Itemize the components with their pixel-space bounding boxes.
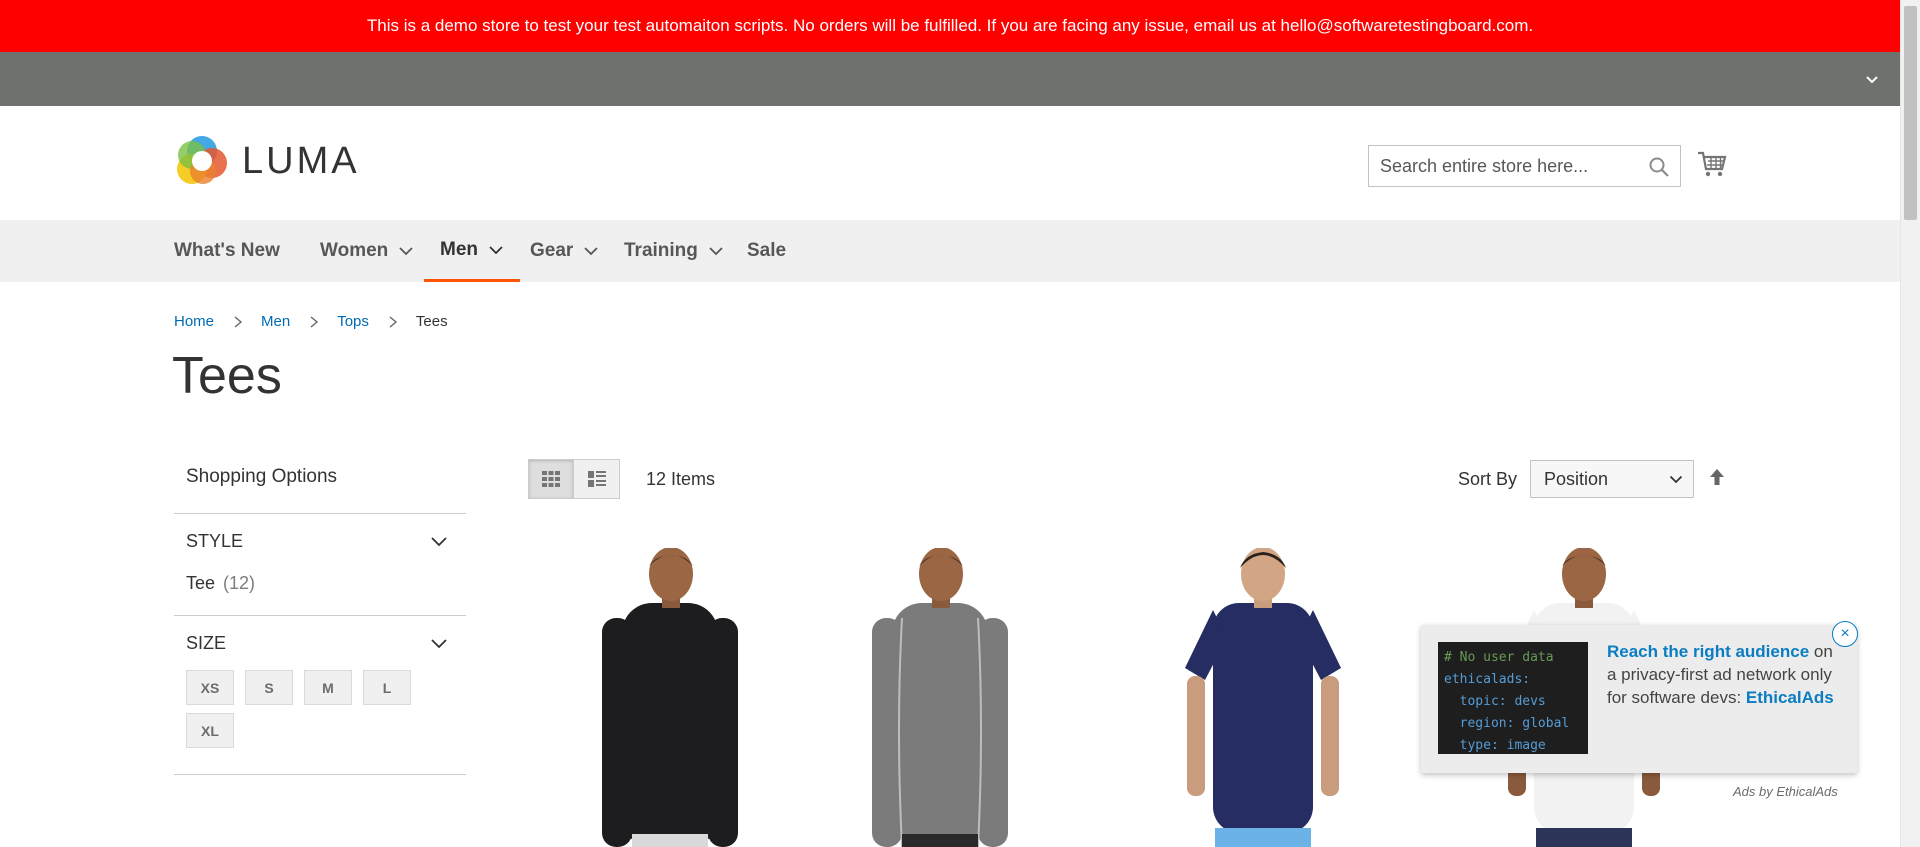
page-scrollbar[interactable] <box>1900 0 1920 847</box>
chevron-down-icon <box>431 537 447 547</box>
nav-item-whats-new[interactable]: What's New <box>174 220 280 282</box>
items-count: 12 Items <box>646 469 716 489</box>
sort-by-label: Sort By <box>1458 469 1518 489</box>
ad-code-line: region: global <box>1444 716 1570 731</box>
list-icon <box>587 471 606 487</box>
ad-text[interactable]: Reach the right audience on a privacy-fi… <box>1607 640 1845 709</box>
chevron-right-icon <box>234 315 243 328</box>
filter-option-count: (12) <box>223 573 256 593</box>
filter-title: STYLE <box>186 530 244 551</box>
filter-style: STYLE Tee (12) <box>174 514 466 616</box>
filter-option-tee[interactable]: Tee (12) <box>186 568 454 615</box>
size-swatch-xl[interactable]: XL <box>186 713 234 748</box>
view-mode-switcher <box>528 459 620 499</box>
site-header: LUMA <box>0 106 1900 220</box>
shopping-options-sidebar: Shopping Options STYLE Tee (12) SIZE XS S… <box>174 453 466 775</box>
nav-item-label: Sale <box>747 240 787 261</box>
product-item[interactable] <box>820 547 1060 847</box>
luma-logo[interactable]: LUMA <box>174 133 360 189</box>
cart-icon[interactable] <box>1696 148 1728 180</box>
nav-item-women[interactable]: Women <box>320 220 414 282</box>
chevron-down-icon[interactable] <box>1862 69 1882 89</box>
product-image[interactable] <box>820 547 1060 847</box>
page-title: Tees <box>172 347 282 405</box>
product-image[interactable] <box>1143 547 1383 847</box>
ad-credit[interactable]: Ads by EthicalAds <box>1733 784 1838 799</box>
breadcrumb-men[interactable]: Men <box>261 313 290 330</box>
list-view-button[interactable] <box>574 459 620 499</box>
ad-code-line: type: image <box>1444 738 1546 753</box>
filter-style-header[interactable]: STYLE <box>186 514 454 568</box>
logo-wordmark: LUMA <box>242 139 360 182</box>
filter-option-label: Tee <box>186 573 216 593</box>
ad-code-line: # No user data <box>1444 650 1554 665</box>
size-swatch-l[interactable]: L <box>363 670 411 705</box>
panel-header-bar <box>0 52 1900 106</box>
close-icon: × <box>1840 625 1850 642</box>
nav-item-label: Gear <box>530 240 574 261</box>
search-input[interactable] <box>1369 146 1680 186</box>
demo-notice-banner: This is a demo store to test your test a… <box>0 0 1900 52</box>
product-image[interactable] <box>550 547 790 847</box>
search-icon[interactable] <box>1648 156 1670 178</box>
nav-item-label: Women <box>320 240 389 261</box>
shopping-options-title: Shopping Options <box>174 453 466 514</box>
nav-item-sale[interactable]: Sale <box>747 220 786 282</box>
filter-size: SIZE XS S M L XL <box>174 616 466 775</box>
size-swatch-s[interactable]: S <box>245 670 293 705</box>
ad-brand-link[interactable]: EthicalAds <box>1746 688 1834 707</box>
nav-item-gear[interactable]: Gear <box>530 220 599 282</box>
chevron-right-icon <box>310 315 319 328</box>
size-swatch-m[interactable]: M <box>304 670 352 705</box>
ad-code-image[interactable]: # No user data ethicalads: topic: devs r… <box>1438 642 1588 754</box>
ad-body-on: on <box>1809 642 1833 661</box>
sort-arrow-up-icon[interactable] <box>1708 467 1726 487</box>
ad-code-line: topic: devs <box>1444 694 1546 709</box>
ethicalads-popup[interactable]: # No user data ethicalads: topic: devs r… <box>1421 625 1857 773</box>
grid-view-button[interactable] <box>528 459 574 499</box>
main-navigation: What's New Women Men Gear Training Sale <box>0 220 1900 282</box>
filter-size-header[interactable]: SIZE <box>186 616 454 670</box>
ad-code-line: ethicalads: <box>1444 672 1531 687</box>
chevron-down-icon <box>399 247 413 256</box>
chevron-down-icon <box>431 639 447 649</box>
breadcrumb-tops[interactable]: Tops <box>337 313 369 330</box>
nav-item-men[interactable]: Men <box>424 220 520 282</box>
chevron-down-icon <box>584 247 598 256</box>
luma-logo-icon <box>177 136 227 184</box>
ad-headline[interactable]: Reach the right audience <box>1607 642 1809 661</box>
nav-item-training[interactable]: Training <box>624 220 724 282</box>
size-swatches: XS S M L XL <box>186 670 426 774</box>
products-toolbar: 12 Items Sort By Position <box>528 459 1726 499</box>
chevron-down-icon <box>709 247 723 256</box>
nav-item-label: Men <box>440 238 478 260</box>
product-item[interactable] <box>550 547 790 847</box>
chevron-down-icon <box>489 245 503 254</box>
scrollbar-thumb[interactable] <box>1904 6 1917 220</box>
chevron-right-icon <box>389 315 397 328</box>
breadcrumb: Home Men Tops Tees <box>174 313 448 330</box>
sort-by-value: Position <box>1544 469 1609 489</box>
sort-by-select[interactable]: Position <box>1530 460 1694 498</box>
search-box[interactable] <box>1368 145 1681 187</box>
grid-icon <box>542 471 560 487</box>
product-item[interactable] <box>1143 547 1383 847</box>
demo-notice-text: This is a demo store to test your test a… <box>366 16 1534 35</box>
breadcrumb-current: Tees <box>415 313 448 330</box>
ad-close-button[interactable]: × <box>1832 621 1858 647</box>
filter-title: SIZE <box>186 632 227 653</box>
nav-item-label: Training <box>624 240 698 261</box>
size-swatch-xs[interactable]: XS <box>186 670 234 705</box>
breadcrumb-home[interactable]: Home <box>174 313 214 330</box>
nav-item-label: What's New <box>174 240 280 261</box>
chevron-down-icon <box>1669 475 1683 484</box>
